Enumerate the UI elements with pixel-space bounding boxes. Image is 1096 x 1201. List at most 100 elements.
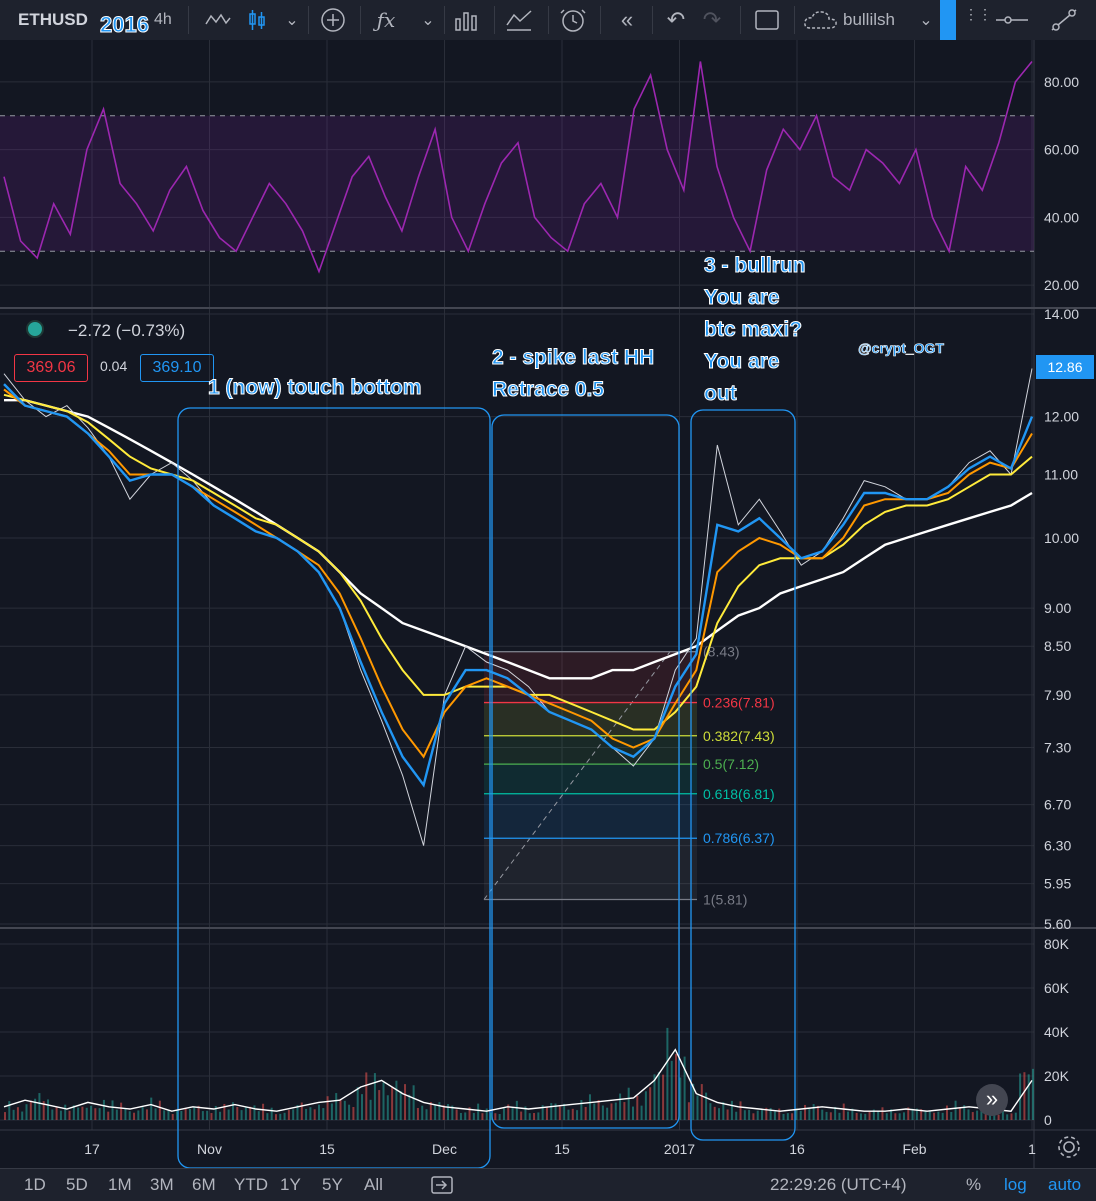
compare-icon[interactable] [318, 0, 348, 40]
volume-bar [726, 1109, 729, 1120]
volume-bar [563, 1103, 566, 1120]
last-price-value: 12.86 [1047, 359, 1082, 375]
publish-button[interactable] [940, 0, 956, 40]
percent-scale-toggle[interactable]: % [966, 1169, 981, 1201]
volume-bar [352, 1106, 355, 1120]
alert-icon[interactable] [556, 0, 590, 40]
volume-bar [593, 1103, 596, 1120]
range-1y-button[interactable]: 1Y [280, 1169, 301, 1201]
sell-price-box[interactable]: 369.06 [14, 354, 88, 382]
volume-bar [868, 1111, 871, 1120]
volume-bar [735, 1111, 738, 1120]
range-6m-button[interactable]: 6M [192, 1169, 216, 1201]
log-scale-toggle[interactable]: log [1004, 1169, 1027, 1201]
chart-templates-icon[interactable] [504, 0, 534, 40]
chevron-down-icon[interactable]: ⌄ [418, 0, 438, 40]
volume-bar [335, 1093, 338, 1120]
volume-bar [855, 1112, 858, 1120]
range-5d-button[interactable]: 5D [66, 1169, 88, 1201]
volume-bar [51, 1109, 54, 1120]
volume-bar [567, 1109, 570, 1120]
volume-tick-label: 80K [1044, 936, 1070, 952]
clock-timezone[interactable]: 22:29:26 (UTC+4) [770, 1169, 907, 1201]
fib-level-label: 0.5(7.12) [703, 756, 759, 772]
volume-bar [21, 1111, 24, 1120]
volume-bar [485, 1108, 488, 1120]
chevron-down-icon[interactable]: ⌄ [282, 0, 302, 40]
volume-bar [141, 1107, 144, 1120]
volume-bar [115, 1109, 118, 1120]
volume-bar [102, 1099, 105, 1120]
chart-area[interactable]: 80.00 60.00 40.00 20.00 (8.43) 0.236(7.81) 0.… [0, 0, 1096, 1169]
volume-bar [601, 1105, 604, 1120]
layout-name[interactable]: bullilsh [843, 0, 895, 40]
range-all-button[interactable]: All [364, 1169, 383, 1201]
fullscreen-icon[interactable] [752, 0, 782, 40]
volume-bar [85, 1107, 88, 1120]
financials-icon[interactable] [452, 0, 480, 40]
volume-bar [804, 1104, 807, 1120]
volume-bar [1023, 1072, 1026, 1120]
volume-bar [494, 1113, 497, 1120]
volume-bar [133, 1112, 136, 1120]
volume-bar [167, 1109, 170, 1120]
volume-bar [941, 1112, 944, 1120]
note-3-line-3: btc maxi? [703, 318, 803, 342]
range-3m-button[interactable]: 3M [150, 1169, 174, 1201]
chart-canvas[interactable]: 80.0060.0040.0020.00 (8.43)0.236(7.81)0.… [0, 40, 1096, 1169]
candles-icon[interactable] [244, 0, 270, 40]
chevron-down-icon[interactable]: ⌄ [916, 0, 936, 40]
volume-bar [1027, 1074, 1030, 1120]
volume-bar [219, 1111, 222, 1120]
interval-button[interactable]: 4h [154, 0, 172, 40]
indicators-icon[interactable]: ƒx [372, 0, 400, 40]
goto-date-icon[interactable] [430, 1175, 456, 1195]
volume-bar [64, 1104, 67, 1120]
volume-bar [137, 1110, 140, 1120]
volume-bar [404, 1084, 407, 1120]
auto-scale-toggle[interactable]: auto [1048, 1169, 1081, 1201]
horizontal-ray-icon[interactable] [992, 4, 1032, 36]
interval-label: 4h [154, 11, 172, 28]
volume-bar [640, 1105, 643, 1120]
bars-style-icon[interactable] [200, 0, 236, 40]
fib-zone [484, 764, 697, 794]
price-tick-label: 14.00 [1044, 306, 1079, 322]
range-1d-button[interactable]: 1D [24, 1169, 46, 1201]
volume-bar [545, 1106, 548, 1120]
note-2-line-2: Retrace 0.5 [491, 378, 605, 402]
volume-bar [244, 1107, 247, 1120]
volume-bar [107, 1111, 110, 1120]
volume-bar [330, 1103, 333, 1120]
volume-bar [373, 1073, 376, 1120]
volume-bar [348, 1104, 351, 1120]
range-ytd-button[interactable]: YTD [234, 1169, 268, 1201]
replay-icon[interactable]: « [612, 0, 642, 40]
volume-bar [490, 1112, 493, 1120]
volume-bar [201, 1111, 204, 1120]
bottom-toolbar: 1D 5D 1M 3M 6M YTD 1Y 5Y All 22:29:26 (UTC+4) % … [0, 1168, 1096, 1201]
range-5y-button[interactable]: 5Y [322, 1169, 343, 1201]
volume-bar [455, 1109, 458, 1120]
range-1m-button[interactable]: 1M [108, 1169, 132, 1201]
price-tick-label: 6.70 [1044, 797, 1071, 813]
cloud-layout-icon[interactable] [802, 0, 840, 40]
symbol-search-button[interactable]: ETHUSD [18, 0, 88, 40]
volume-bar [614, 1102, 617, 1120]
volume-bar [171, 1113, 174, 1120]
volume-bar [773, 1111, 776, 1120]
trend-line-icon[interactable] [1044, 4, 1084, 36]
volume-bar [309, 1107, 312, 1120]
volume-bar [825, 1111, 828, 1120]
buy-price-box[interactable]: 369.10 [140, 354, 214, 382]
redo-icon[interactable]: ↷ [700, 0, 724, 40]
rsi-tick-label: 20.00 [1044, 277, 1079, 293]
scroll-to-realtime-button[interactable]: » [976, 1084, 1008, 1116]
undo-icon[interactable]: ↶ [664, 0, 688, 40]
volume-bar [619, 1093, 622, 1120]
note-3-line-5: out [704, 382, 738, 406]
settings-gear-icon[interactable] [1056, 1134, 1082, 1160]
volume-bar [210, 1113, 213, 1120]
volume-bar [472, 1112, 475, 1120]
drag-handle-icon[interactable]: ⋮⋮ [964, 7, 992, 32]
